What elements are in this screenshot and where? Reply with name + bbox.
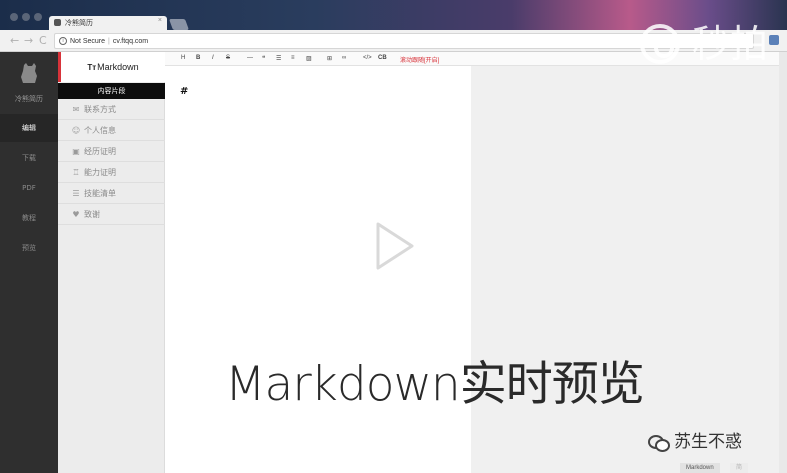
nav-item-preview[interactable]: 预览	[0, 234, 58, 262]
snippet-skills[interactable]: ☰ 技能清单	[58, 183, 165, 204]
security-label: Not Secure	[70, 37, 106, 45]
bear-logo-icon	[21, 63, 37, 83]
minimize-window-button[interactable]	[22, 13, 30, 21]
reload-button[interactable]: C	[39, 34, 47, 47]
forward-button[interactable]: →	[24, 34, 33, 47]
snippet-panel: TтMarkdown 内容片段 ✉ 联系方式 ☺ 个人信息 ▣ 经历证明 ♖ 能力证明 …	[58, 52, 165, 473]
play-icon[interactable]	[372, 220, 416, 272]
snippet-label: 联系方式	[84, 105, 116, 114]
list-icon: ☰	[72, 189, 80, 198]
scroll-sync-toggle[interactable]: 滚动跟随[开启]	[400, 55, 439, 64]
horizontal-rule-button[interactable]: —	[247, 55, 253, 61]
tab-close-icon[interactable]: ×	[158, 17, 162, 24]
video-caption: Markdown实时预览	[225, 357, 645, 412]
url-separator: |	[108, 37, 110, 45]
nav-item-edit[interactable]: 编辑	[0, 114, 58, 142]
new-tab-button[interactable]	[168, 19, 190, 30]
nav-item-pdf[interactable]: PDF	[0, 174, 58, 202]
snippet-label: 经历证明	[84, 147, 116, 156]
link-button[interactable]: ∞	[342, 55, 346, 61]
url-text: cv.ftqq.com	[112, 37, 149, 45]
markdown-title: TтMarkdown	[58, 52, 165, 82]
snippet-ability[interactable]: ♖ 能力证明	[58, 162, 165, 183]
table-button[interactable]: ⊞	[327, 55, 332, 62]
editor-toolbar: H B I S — ❝ ☰ ≡ ▨ ⊞ ∞ </> CB 滚动跟随[开启]	[165, 52, 779, 66]
favicon-icon	[54, 19, 61, 26]
editor-content: #	[180, 86, 189, 97]
bold-button[interactable]: B	[196, 55, 200, 61]
camera-logo-icon	[640, 24, 680, 64]
bottom-tab-markdown[interactable]: Markdown	[680, 463, 720, 473]
watermark-bottom-text: 苏生不惑	[674, 432, 742, 452]
wechat-icon	[648, 435, 670, 452]
back-button[interactable]: ←	[10, 34, 19, 47]
trophy-icon: ♖	[72, 168, 80, 177]
snippet-label: 能力证明	[84, 168, 116, 177]
briefcase-icon: ▣	[72, 147, 80, 156]
snippet-experience[interactable]: ▣ 经历证明	[58, 141, 165, 162]
text-format-icon: Tт	[87, 63, 97, 72]
watermark-wechat: 苏生不惑	[648, 427, 742, 452]
snippet-personal-info[interactable]: ☺ 个人信息	[58, 120, 165, 141]
italic-button[interactable]: I	[212, 55, 214, 61]
snippet-thanks[interactable]: ♥ 致谢	[58, 204, 165, 225]
code-block-button[interactable]: CB	[378, 55, 387, 61]
extension-icon[interactable]	[769, 35, 779, 45]
image-button[interactable]: ▨	[306, 55, 312, 62]
browser-tab[interactable]: 冷熊简历 ×	[49, 16, 167, 30]
inline-code-button[interactable]: </>	[363, 55, 372, 61]
maximize-window-button[interactable]	[34, 13, 42, 21]
bottom-tab-new-template[interactable]: 简历新模板	[730, 463, 749, 473]
unordered-list-button[interactable]: ☰	[276, 55, 281, 62]
logo[interactable]: 冷熊简历	[0, 52, 58, 110]
quote-button[interactable]: ❝	[262, 55, 265, 62]
smile-icon: ☺	[71, 126, 81, 135]
envelope-icon: ✉	[72, 105, 80, 114]
snippets-section-header: 内容片段	[58, 83, 165, 99]
close-window-button[interactable]	[10, 13, 18, 21]
snippet-label: 致谢	[84, 210, 100, 219]
nav-item-tutorial[interactable]: 教程	[0, 204, 58, 232]
watermark-top-text: 秒拍	[692, 22, 769, 66]
tab-title: 冷熊简历	[65, 20, 93, 27]
thumbs-up-icon: ♥	[72, 210, 80, 219]
snippet-label: 技能清单	[84, 189, 116, 198]
left-nav: 冷熊简历 编辑 下载 PDF 教程 预览	[0, 52, 58, 473]
nav-item-download[interactable]: 下载	[0, 144, 58, 172]
page-scrollbar[interactable]	[779, 52, 787, 473]
snippet-label: 个人信息	[84, 126, 116, 135]
heading-button[interactable]: H	[181, 55, 185, 61]
info-icon[interactable]: i	[59, 37, 67, 45]
logo-text: 冷熊简历	[15, 95, 43, 103]
ordered-list-button[interactable]: ≡	[291, 55, 295, 61]
markdown-title-label: Markdown	[97, 62, 139, 72]
strikethrough-button[interactable]: S	[226, 55, 230, 61]
snippet-contact[interactable]: ✉ 联系方式	[58, 99, 165, 120]
